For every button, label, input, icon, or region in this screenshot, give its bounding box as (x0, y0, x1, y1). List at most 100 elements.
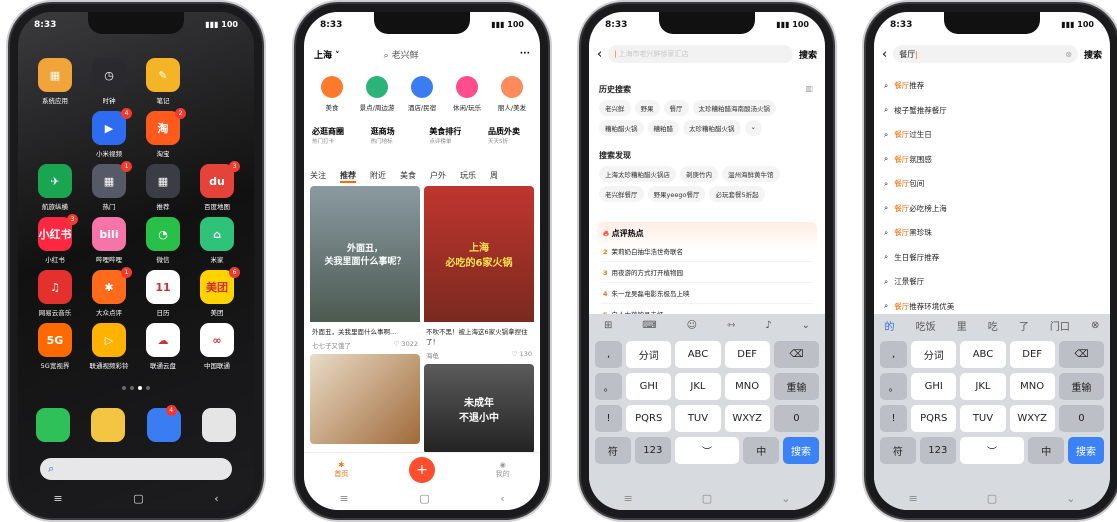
key[interactable]: ⌫ (773, 341, 819, 368)
suggestion-item[interactable]: ⌕ 餐厅推荐环境优美 (884, 301, 1100, 312)
candidate-word[interactable]: 了 (1019, 318, 1029, 333)
suggestion-item[interactable]: ⌕ 江景餐厅 (884, 276, 1100, 287)
key[interactable]: ! (880, 405, 908, 432)
key[interactable]: ︶ (674, 437, 740, 464)
search-input[interactable]: | 上海市老兴鲜徐家汇店 (608, 45, 793, 63)
back-icon[interactable]: ‹ (500, 492, 504, 505)
app-icon-米家[interactable]: ⌂ 米家 (190, 217, 244, 264)
suggestion-item[interactable]: ⌕ 餐厅过生日 (884, 129, 1100, 140)
history-chip[interactable]: 太珍糟粕醋海南酸汤火锅 (692, 100, 776, 116)
key[interactable]: WXYZ (1009, 405, 1055, 432)
key[interactable]: 重输 (1058, 373, 1104, 400)
key[interactable]: ABC (960, 341, 1006, 368)
menu-icon[interactable]: ≡ (624, 492, 633, 505)
feed-card[interactable]: 上海 必吃的6家火锅 不吹不黑！被上海这6家火锅拿捏住了！ 海龟 ♡ 130 (424, 186, 534, 360)
search-button[interactable]: 搜索 (1084, 48, 1102, 61)
suggestion-item[interactable]: ⌕ 餐厅氛围感 (884, 154, 1100, 165)
key[interactable]: PQRS (626, 405, 672, 432)
key[interactable]: , (880, 341, 908, 368)
grid-icon[interactable]: ⊞ (604, 320, 612, 331)
candidate-word[interactable]: 门口 (1050, 318, 1070, 333)
key[interactable]: MNO (724, 373, 770, 400)
tab-附近[interactable]: 附近 (370, 170, 386, 183)
category-item[interactable]: 美食 (310, 76, 354, 112)
key[interactable]: TUV (675, 405, 721, 432)
suggestion-item[interactable]: ⌕ 餐厅黑珍珠 (884, 227, 1100, 238)
home-icon[interactable]: ▢ (702, 492, 712, 505)
key[interactable]: 中 (743, 437, 780, 464)
app-icon-网易云音乐[interactable]: ♫ 网易云音乐 (28, 270, 82, 317)
key[interactable]: GHI (626, 373, 672, 400)
app-icon-百度地图[interactable]: du 3 百度地图 (190, 161, 244, 211)
tab-玩乐[interactable]: 玩乐 (460, 170, 476, 183)
key[interactable]: 符 (880, 437, 916, 464)
app-icon-系统应用[interactable]: ▦ 系统应用 (28, 58, 82, 105)
dock-app[interactable] (201, 408, 236, 442)
history-chip[interactable]: 糟粕醋 (647, 120, 679, 136)
dock-app[interactable] (36, 408, 70, 442)
search-button[interactable]: 搜索 (799, 48, 817, 61)
suggestion-item[interactable]: ⌕ 梭子蟹推荐餐厅 (884, 105, 1100, 116)
promo-item[interactable]: 品质外卖 天天5折 (488, 126, 532, 145)
suggestion-item[interactable]: ⌕ 餐厅推荐 (884, 80, 1100, 91)
tab-美食[interactable]: 美食 (400, 170, 416, 183)
menu-icon[interactable]: ≡ (339, 492, 348, 505)
history-chip[interactable]: 老兴鲜 (599, 100, 631, 116)
key[interactable]: ⌫ (1058, 341, 1104, 368)
key[interactable]: ︶ (959, 437, 1025, 464)
app-icon-热门[interactable]: ▦ 1 热门 (82, 161, 136, 211)
app-icon-日历[interactable]: 11 日历 (136, 270, 190, 317)
key[interactable]: 0 (1058, 405, 1104, 432)
category-item[interactable]: 景点/周边游 (355, 76, 399, 112)
key[interactable]: MNO (1009, 373, 1055, 400)
discover-chip[interactable]: 剃庚竹内 (680, 166, 718, 182)
menu-icon[interactable]: ≡ (909, 492, 918, 505)
hot-item[interactable]: 4 朱一龙吴磊电影东极岛上映 (601, 283, 813, 304)
app-icon-小米视频[interactable]: ▶ 4 小米视频 (82, 108, 136, 158)
suggestion-item[interactable]: ⌕ 餐厅必吃榜上海 (884, 203, 1100, 214)
home-icon[interactable]: ▢ (987, 492, 997, 505)
search-key[interactable]: 搜索 (1068, 437, 1104, 464)
key[interactable]: PQRS (911, 405, 957, 432)
tab-home[interactable]: ✱ 首页 (334, 461, 348, 479)
back-icon[interactable]: ‹ (597, 47, 602, 62)
hot-item[interactable]: 3 用夜游的方式打开植物园 (601, 262, 813, 283)
key[interactable]: JKL (960, 373, 1006, 400)
promo-item[interactable]: 必逛商圈 热门打卡 (312, 126, 356, 145)
key[interactable]: 。 (595, 373, 623, 400)
hot-item[interactable]: 2 茉莉奶白抽华浩世奇联名 (601, 241, 813, 262)
app-icon-美团[interactable]: 美团 6 美团 (190, 267, 244, 317)
app-icon-联通视频彩铃[interactable]: ▷ 联通视频彩铃 (82, 323, 136, 370)
search-box[interactable]: ⌕ 老兴鲜 (384, 48, 419, 61)
add-button[interactable]: + (408, 456, 435, 483)
app-icon-淘宝[interactable]: 淘 2 淘宝 (136, 108, 190, 158)
key[interactable]: 123 (919, 437, 956, 464)
app-icon-大众点评[interactable]: ✱ 1 大众点评 (82, 267, 136, 317)
mic-icon[interactable]: ♪ (765, 320, 771, 331)
tab-周[interactable]: 周 (490, 170, 498, 183)
suggestion-item[interactable]: ⌕ 生日餐厅推荐 (884, 252, 1100, 263)
app-icon-5G宽视界[interactable]: 5G 5G宽视界 (28, 323, 82, 370)
category-item[interactable]: 丽人/美发 (490, 76, 534, 112)
category-item[interactable]: 酒店/民宿 (400, 76, 444, 112)
hide-keyboard-icon[interactable]: ⌄ (781, 492, 790, 505)
app-icon-联通云盘[interactable]: ☁ 联通云盘 (136, 323, 190, 370)
app-icon-微信[interactable]: ◔ 微信 (136, 217, 190, 264)
keyboard-icon[interactable]: ⌨ (642, 320, 656, 331)
feed-card[interactable]: 外面丑， 关我里面什么事呢？ 外面丑，关我里面什么事啊... 七七子又饿了 ♡ … (310, 186, 420, 350)
discover-chip[interactable]: 必玩套餐5折起 (709, 186, 765, 202)
dock-app[interactable] (91, 408, 126, 442)
promo-item[interactable]: 逛商场 热门地标 (371, 126, 415, 145)
tab-户外[interactable]: 户外 (430, 170, 446, 183)
key[interactable]: 符 (595, 437, 631, 464)
hide-keyboard-icon[interactable]: ⌄ (1066, 492, 1075, 505)
candidate-word[interactable]: 里 (957, 318, 967, 333)
key[interactable]: ! (595, 405, 623, 432)
cursor-icon[interactable]: ⇿ (727, 320, 735, 331)
promo-item[interactable]: 美食排行 点评榜单 (429, 126, 473, 145)
key[interactable]: 分词 (911, 341, 957, 368)
expand-icon[interactable]: ⌄ (744, 120, 762, 136)
key[interactable]: 。 (880, 373, 908, 400)
feed-card[interactable]: 未成年 不退小中 (424, 364, 534, 454)
key[interactable]: WXYZ (724, 405, 770, 432)
